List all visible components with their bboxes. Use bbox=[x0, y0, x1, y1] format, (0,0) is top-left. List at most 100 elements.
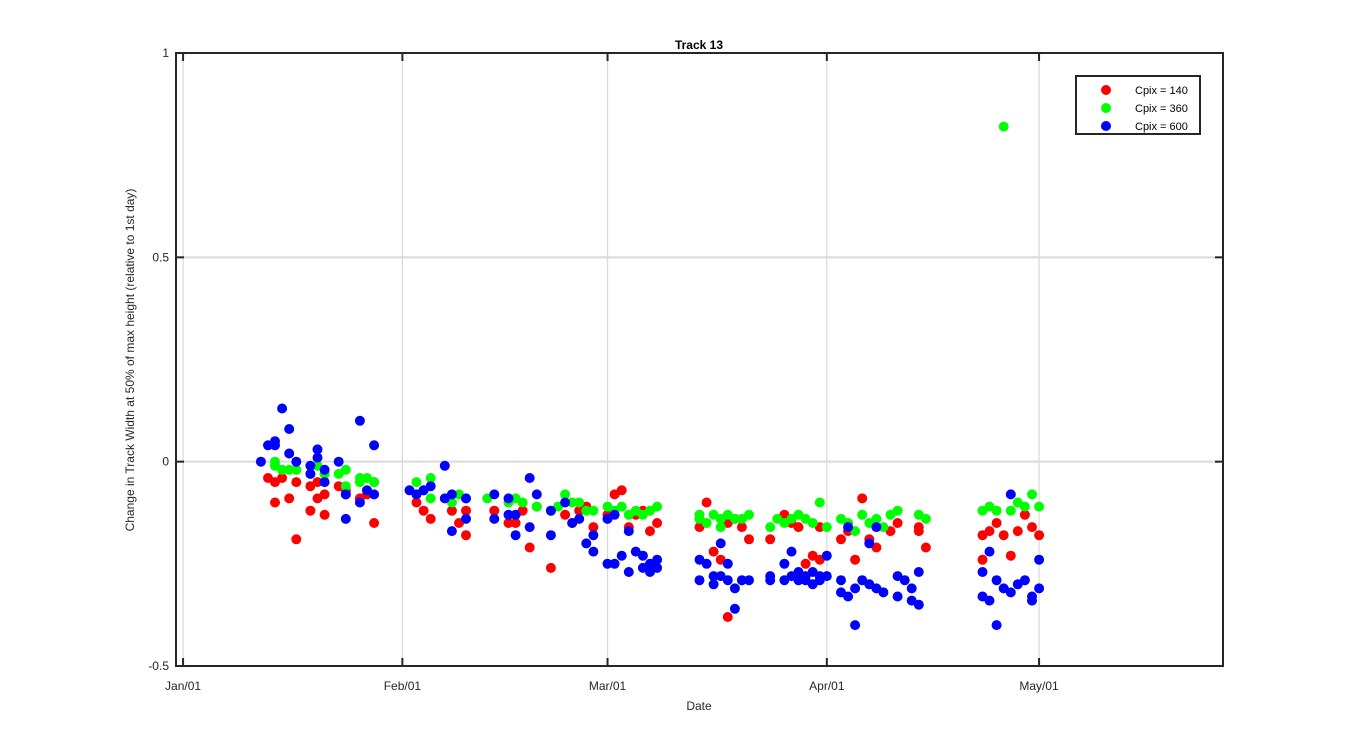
data-point bbox=[588, 546, 599, 557]
data-point bbox=[545, 530, 556, 541]
data-point bbox=[616, 501, 627, 512]
data-point bbox=[694, 575, 705, 586]
data-point bbox=[609, 558, 620, 569]
data-point bbox=[814, 497, 825, 508]
data-point bbox=[793, 522, 804, 533]
data-point bbox=[284, 493, 295, 504]
y-axis-label: Change in Track Width at 50% of max heig… bbox=[123, 189, 137, 532]
data-point bbox=[744, 534, 754, 545]
data-point bbox=[439, 460, 450, 471]
data-point bbox=[545, 505, 556, 516]
data-point bbox=[913, 599, 924, 610]
data-point bbox=[857, 509, 868, 520]
data-point bbox=[645, 526, 655, 537]
data-point bbox=[588, 505, 599, 516]
data-point bbox=[652, 518, 663, 528]
data-point bbox=[1027, 489, 1037, 500]
x-tick-label: May/01 bbox=[1019, 679, 1059, 693]
data-point bbox=[1005, 550, 1016, 561]
data-point bbox=[991, 575, 1002, 586]
data-point bbox=[581, 538, 592, 549]
data-point bbox=[425, 493, 436, 504]
data-point bbox=[715, 522, 726, 533]
data-point bbox=[369, 440, 380, 451]
data-point bbox=[1034, 530, 1045, 541]
data-point bbox=[369, 489, 380, 500]
data-point bbox=[871, 522, 882, 533]
data-point bbox=[524, 542, 535, 553]
data-point bbox=[312, 452, 323, 463]
data-point bbox=[843, 591, 854, 602]
data-point bbox=[991, 518, 1002, 528]
data-point bbox=[729, 583, 740, 594]
data-point bbox=[899, 575, 910, 586]
data-point bbox=[744, 575, 754, 586]
y-tick-label: -0.5 bbox=[148, 659, 169, 673]
data-point bbox=[623, 567, 634, 577]
data-point bbox=[1019, 575, 1030, 586]
data-point bbox=[998, 530, 1009, 541]
data-point bbox=[510, 509, 521, 520]
data-point bbox=[291, 534, 302, 545]
data-point bbox=[701, 518, 712, 528]
data-point bbox=[1034, 501, 1045, 512]
data-point bbox=[864, 538, 875, 549]
data-point bbox=[333, 456, 344, 467]
data-point bbox=[609, 509, 620, 520]
data-point bbox=[836, 575, 846, 586]
data-point bbox=[503, 493, 514, 504]
data-point bbox=[340, 464, 351, 475]
data-point bbox=[984, 546, 995, 557]
data-point bbox=[652, 562, 663, 573]
data-point bbox=[446, 489, 457, 500]
data-point bbox=[319, 489, 330, 500]
data-point bbox=[729, 603, 740, 614]
data-point bbox=[425, 513, 436, 524]
data-point bbox=[722, 612, 733, 622]
data-point bbox=[291, 456, 302, 467]
chart-figure: Jan/01 Feb/01 Mar/01 Apr/01 May/01 -0.5 0 0.5 1… bbox=[0, 0, 1350, 750]
data-point bbox=[1034, 554, 1045, 565]
y-tick-label: 1 bbox=[162, 46, 169, 60]
data-point bbox=[821, 571, 832, 582]
data-point bbox=[411, 477, 422, 488]
data-point bbox=[800, 558, 811, 569]
data-point bbox=[850, 620, 861, 631]
data-point bbox=[786, 546, 797, 557]
data-point bbox=[977, 554, 988, 565]
data-point bbox=[446, 526, 457, 537]
data-point bbox=[1027, 522, 1037, 533]
x-tick-label: Feb/01 bbox=[384, 679, 422, 693]
data-point bbox=[998, 121, 1009, 132]
data-point bbox=[722, 558, 733, 569]
data-point bbox=[461, 493, 471, 504]
x-axis-label: Date bbox=[686, 699, 712, 713]
data-point bbox=[807, 518, 818, 528]
data-point bbox=[765, 534, 776, 545]
data-point bbox=[920, 513, 931, 524]
legend-label: Cpix = 140 bbox=[1135, 85, 1188, 97]
data-point bbox=[531, 501, 542, 512]
data-point bbox=[369, 477, 380, 488]
data-point bbox=[715, 538, 726, 549]
data-point bbox=[319, 464, 330, 475]
data-point bbox=[913, 526, 924, 537]
data-point bbox=[850, 583, 861, 594]
data-point bbox=[489, 489, 500, 500]
data-point bbox=[510, 530, 521, 541]
y-tick-label: 0 bbox=[162, 455, 169, 469]
data-point bbox=[1019, 501, 1030, 512]
data-point bbox=[744, 509, 754, 520]
data-point bbox=[616, 485, 627, 496]
data-point bbox=[545, 562, 556, 573]
legend-label: Cpix = 600 bbox=[1135, 121, 1188, 133]
data-point bbox=[255, 456, 266, 467]
data-point bbox=[843, 522, 854, 533]
chart-title: Track 13 bbox=[675, 38, 723, 52]
data-point bbox=[574, 497, 585, 508]
data-point bbox=[991, 620, 1002, 631]
data-point bbox=[821, 522, 832, 533]
data-point bbox=[977, 567, 988, 577]
data-point bbox=[517, 497, 528, 508]
data-point bbox=[270, 440, 280, 451]
